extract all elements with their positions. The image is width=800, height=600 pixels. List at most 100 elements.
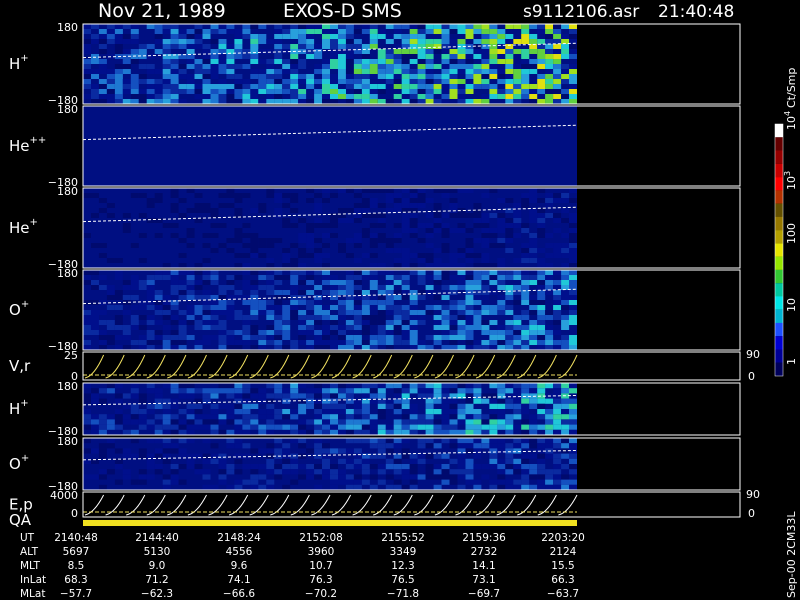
spectrogram-cell xyxy=(322,345,330,350)
spectrogram-cell xyxy=(83,320,91,325)
spectrogram-cell xyxy=(481,213,490,218)
panel-h-plus: 180−180H+ xyxy=(9,21,741,107)
spectrogram-cell xyxy=(122,228,131,233)
spectrogram-cell xyxy=(489,443,498,449)
spectrogram-cell xyxy=(114,464,123,470)
spectrogram-cell xyxy=(537,300,546,305)
spectrogram-cell xyxy=(505,223,514,228)
spectrogram-cell xyxy=(449,383,458,389)
spectrogram-cell xyxy=(569,464,577,470)
spectrogram-cell xyxy=(186,275,195,280)
spectrogram-cell xyxy=(162,325,171,330)
spectrogram-cell xyxy=(314,383,323,389)
spectrogram-cell xyxy=(114,345,123,350)
spectrogram-cell xyxy=(521,409,530,415)
spectrogram-cell xyxy=(98,320,107,325)
spectrogram-cell xyxy=(218,44,227,49)
spectrogram-cell xyxy=(130,438,139,444)
spectrogram-cell xyxy=(282,464,291,470)
spectrogram-cell xyxy=(433,39,442,44)
spectrogram-cell xyxy=(505,398,514,404)
spectrogram-cell xyxy=(361,388,370,394)
spectrogram-cell xyxy=(162,79,171,84)
spectrogram-cell xyxy=(521,59,530,64)
spectrogram-cell xyxy=(497,295,506,300)
spectrogram-cell xyxy=(553,59,562,64)
spectrogram-cell xyxy=(377,388,386,394)
spectrogram-cell xyxy=(417,193,426,198)
spectrogram-cell xyxy=(441,345,450,350)
spectrogram-cell xyxy=(234,458,243,464)
spectrogram-cell xyxy=(369,285,378,290)
spectrogram-cell xyxy=(401,403,410,409)
spectrogram-cell xyxy=(489,29,498,34)
spectrogram-cell xyxy=(457,248,466,253)
spectrogram-cell xyxy=(529,24,538,29)
spectrogram-cell xyxy=(377,469,386,475)
spectrogram-cell xyxy=(330,330,338,335)
spectrogram-cell xyxy=(473,253,482,258)
spectrogram-cell xyxy=(186,409,195,415)
spectrogram-cell xyxy=(314,270,323,275)
spectrogram-cell xyxy=(505,403,514,409)
spectrogram-cell xyxy=(234,253,243,258)
spectrogram-cell xyxy=(361,320,370,325)
spectrogram-cell xyxy=(465,29,474,34)
colorbar-swatch xyxy=(775,256,783,270)
spectrogram-cell xyxy=(401,429,410,435)
spectrogram-cell xyxy=(425,99,434,104)
spectrogram-cell xyxy=(537,213,546,218)
spectrogram-cell xyxy=(489,464,498,470)
spectrogram-cell xyxy=(497,94,506,99)
spectrogram-cell xyxy=(377,238,386,243)
spectrogram-cell xyxy=(457,89,466,94)
spectrogram-cell xyxy=(274,383,283,389)
spectrogram-cell xyxy=(441,295,450,300)
spectrogram-cell xyxy=(425,398,434,404)
spectrogram-cell xyxy=(330,79,338,84)
spectrogram-cell xyxy=(353,233,362,238)
spectrogram-cell xyxy=(553,54,562,59)
spectrogram-cell xyxy=(91,393,99,399)
spectrogram-cell xyxy=(330,233,338,238)
spectrogram-cell xyxy=(91,213,99,218)
spectrogram-cell xyxy=(417,458,426,464)
spectrogram-cell xyxy=(338,39,346,44)
spectrogram-cell xyxy=(489,398,498,404)
spectrogram-cell xyxy=(234,419,243,425)
spectrogram-cell xyxy=(91,388,99,394)
spectrogram-cell xyxy=(369,64,378,69)
panel-label: H+ xyxy=(9,53,29,73)
spectrogram-cell xyxy=(369,393,378,399)
spectrogram-cell xyxy=(553,74,562,79)
spectrogram-cell xyxy=(146,419,155,425)
spectrogram-cell xyxy=(114,325,123,330)
spectrogram-cell xyxy=(545,54,554,59)
spectrogram-cell xyxy=(330,429,338,435)
spectrogram-cell xyxy=(345,458,354,464)
spectrogram-cell xyxy=(83,448,91,454)
spectrogram-cell xyxy=(282,325,291,330)
spectrogram-cell xyxy=(497,325,506,330)
spectrogram-cell xyxy=(98,484,107,490)
spectrogram-cell xyxy=(266,258,275,263)
spectrogram-cell xyxy=(553,443,562,449)
right-axis-min: 0 xyxy=(748,507,755,520)
spectrogram-cell xyxy=(345,34,354,39)
spectrogram-cell xyxy=(433,49,442,54)
spectrogram-cell xyxy=(338,44,346,49)
spectrogram-cell xyxy=(170,270,179,275)
spectrogram-cell xyxy=(91,39,99,44)
spectrogram-cell xyxy=(521,49,530,54)
spectrogram-cell xyxy=(322,64,330,69)
spectrogram-cell xyxy=(202,54,211,59)
spectrogram-cell xyxy=(553,94,562,99)
spectrogram-cell xyxy=(561,24,570,29)
spectrogram-cell xyxy=(417,388,426,394)
spectrogram-cell xyxy=(481,295,490,300)
spectrogram-cell xyxy=(497,218,506,223)
spectrogram-cell xyxy=(306,228,315,233)
spectrogram-cell xyxy=(457,469,466,475)
table-cell: 73.1 xyxy=(472,574,495,586)
spectrogram-cell xyxy=(146,198,155,203)
